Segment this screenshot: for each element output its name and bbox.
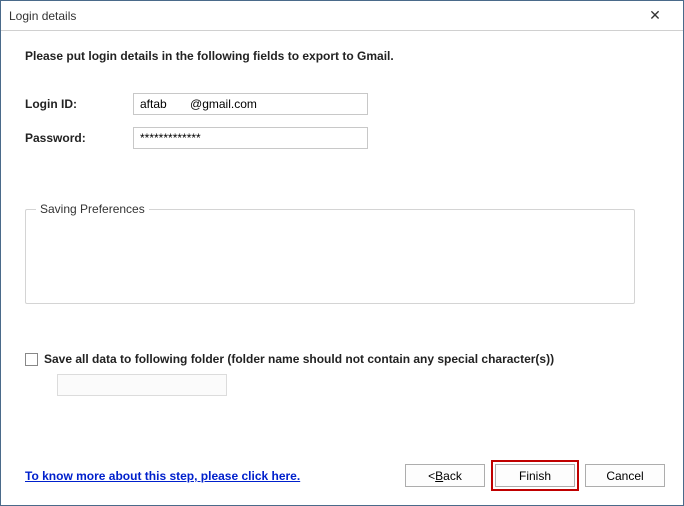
close-button[interactable]: ✕ bbox=[635, 2, 675, 30]
login-label: Login ID: bbox=[25, 97, 133, 111]
saving-preferences-legend: Saving Preferences bbox=[36, 202, 149, 216]
saving-preferences-group: Saving Preferences bbox=[25, 209, 635, 304]
back-button[interactable]: < Back bbox=[405, 464, 485, 487]
dialog-window: Login details ✕ Please put login details… bbox=[0, 0, 684, 506]
close-icon: ✕ bbox=[649, 7, 661, 24]
login-input[interactable] bbox=[133, 93, 368, 115]
instruction-text: Please put login details in the followin… bbox=[25, 49, 659, 63]
window-title: Login details bbox=[9, 9, 635, 23]
dialog-content: Please put login details in the followin… bbox=[1, 31, 683, 452]
save-folder-checkbox[interactable] bbox=[25, 353, 38, 366]
save-folder-label: Save all data to following folder (folde… bbox=[44, 352, 554, 366]
login-row: Login ID: bbox=[25, 93, 659, 115]
password-label: Password: bbox=[25, 131, 133, 145]
folder-path-input[interactable] bbox=[57, 374, 227, 396]
password-input[interactable] bbox=[133, 127, 368, 149]
help-link[interactable]: To know more about this step, please cli… bbox=[25, 469, 300, 483]
finish-button[interactable]: Finish bbox=[495, 464, 575, 487]
save-folder-row: Save all data to following folder (folde… bbox=[25, 352, 659, 366]
titlebar: Login details ✕ bbox=[1, 1, 683, 31]
password-row: Password: bbox=[25, 127, 659, 149]
finish-highlight: Finish bbox=[491, 460, 579, 491]
dialog-footer: To know more about this step, please cli… bbox=[1, 452, 683, 505]
cancel-button[interactable]: Cancel bbox=[585, 464, 665, 487]
